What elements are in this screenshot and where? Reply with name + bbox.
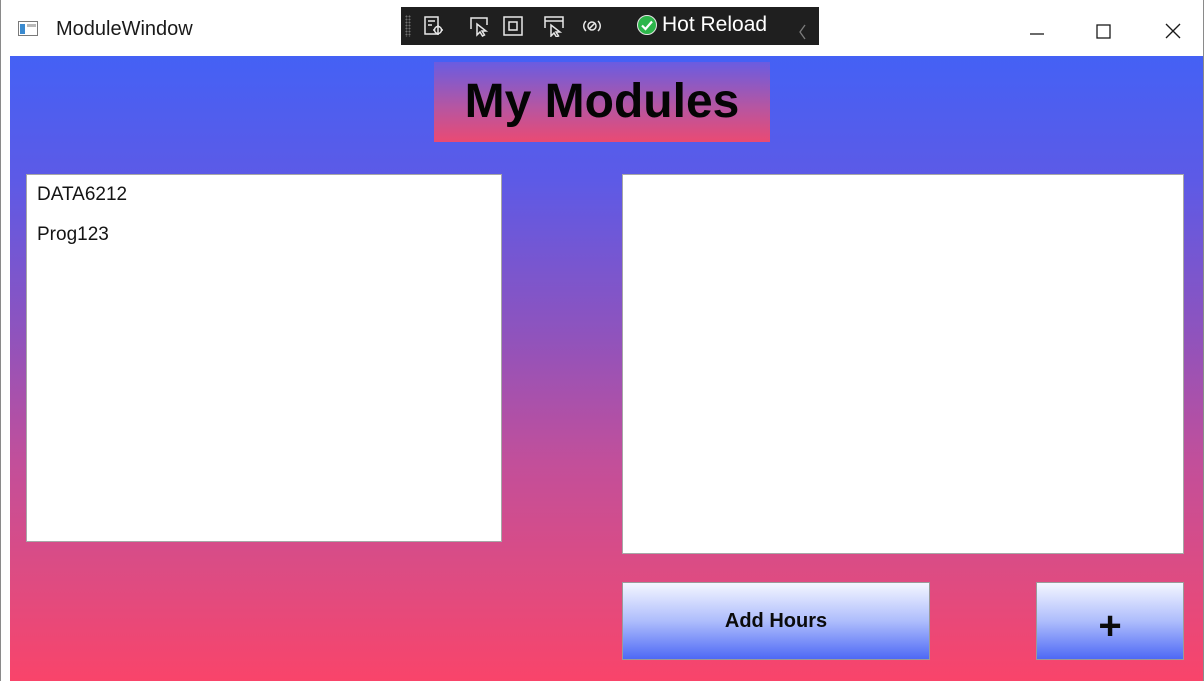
list-item[interactable]: Prog123	[27, 223, 501, 263]
track-focus-icon[interactable]	[543, 15, 565, 37]
close-button[interactable]	[1151, 14, 1195, 46]
page-title: My Modules	[464, 75, 740, 128]
close-icon	[1165, 23, 1181, 39]
add-hours-button[interactable]: Add Hours	[622, 582, 930, 660]
live-visual-tree-icon[interactable]	[423, 15, 445, 37]
module-window: ModuleWindow Hot Reload My Modules DATA6…	[0, 0, 1204, 681]
display-layout-adorners-icon[interactable]	[502, 15, 524, 37]
maximize-icon	[1096, 24, 1111, 39]
hot-reload-label[interactable]: Hot Reload	[662, 12, 767, 38]
chevron-left-icon[interactable]	[796, 19, 810, 45]
minimize-button[interactable]	[1014, 14, 1058, 46]
window-content: My Modules DATA6212 Prog123 Add Hours +	[10, 56, 1203, 681]
app-window-icon	[18, 21, 38, 36]
binding-failures-icon[interactable]	[581, 15, 603, 37]
toolbar-grip-icon[interactable]	[405, 15, 411, 37]
modules-list[interactable]: DATA6212 Prog123	[26, 174, 502, 542]
list-item[interactable]: DATA6212	[27, 183, 501, 223]
title-bar[interactable]: ModuleWindow Hot Reload	[1, 0, 1203, 56]
check-circle-icon	[637, 15, 657, 35]
select-element-icon[interactable]	[468, 15, 490, 37]
add-module-button[interactable]: +	[1036, 582, 1184, 660]
heading-box: My Modules	[434, 62, 770, 142]
module-details-box[interactable]	[622, 174, 1184, 554]
window-title: ModuleWindow	[56, 18, 193, 40]
minimize-icon	[1030, 33, 1044, 35]
maximize-button[interactable]	[1081, 14, 1125, 46]
